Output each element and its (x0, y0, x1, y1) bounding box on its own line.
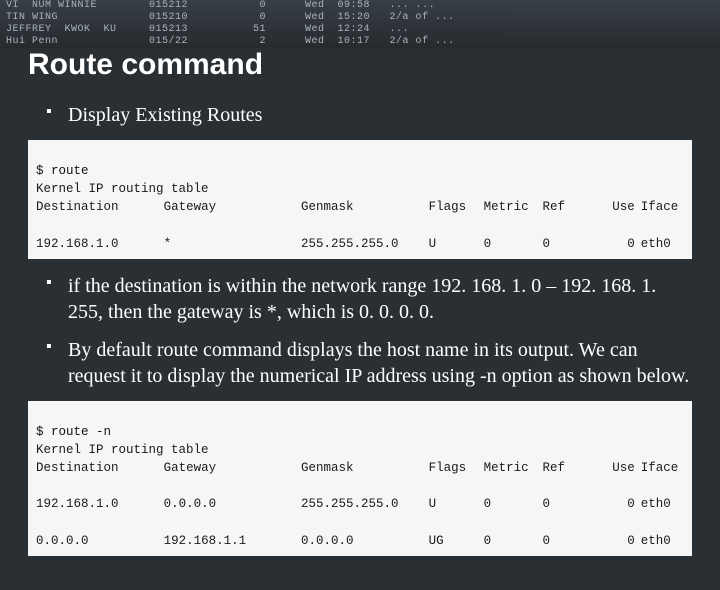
terminal-columns: DestinationGatewayGenmaskFlagsMetricRefU… (36, 459, 684, 477)
terminal-subtitle: Kernel IP routing table (36, 443, 209, 457)
terminal-output-1: $ route Kernel IP routing table Destinat… (28, 140, 692, 259)
terminal-columns: DestinationGatewayGenmaskFlagsMetricRefU… (36, 198, 684, 216)
bullet-item: By default route command displays the ho… (46, 337, 692, 389)
terminal-row: 0.0.0.0192.168.1.10.0.0.0UG000eth0 (36, 532, 684, 550)
terminal-command: $ route -n (36, 425, 111, 439)
terminal-row: 192.168.1.00.0.0.0255.255.255.0U000eth0 (36, 495, 684, 513)
bullet-item: if the destination is within the network… (46, 273, 692, 325)
slide-content: Route command Display Existing Routes $ … (0, 0, 720, 590)
bullet-item: Display Existing Routes (46, 102, 692, 128)
bullet-list: if the destination is within the network… (28, 273, 692, 389)
slide-title: Route command (28, 48, 692, 82)
terminal-row: 192.168.1.0*255.255.255.0U000eth0 (36, 235, 684, 253)
terminal-output-2: $ route -n Kernel IP routing table Desti… (28, 401, 692, 556)
terminal-subtitle: Kernel IP routing table (36, 182, 209, 196)
terminal-command: $ route (36, 164, 89, 178)
bullet-list: Display Existing Routes (28, 102, 692, 128)
